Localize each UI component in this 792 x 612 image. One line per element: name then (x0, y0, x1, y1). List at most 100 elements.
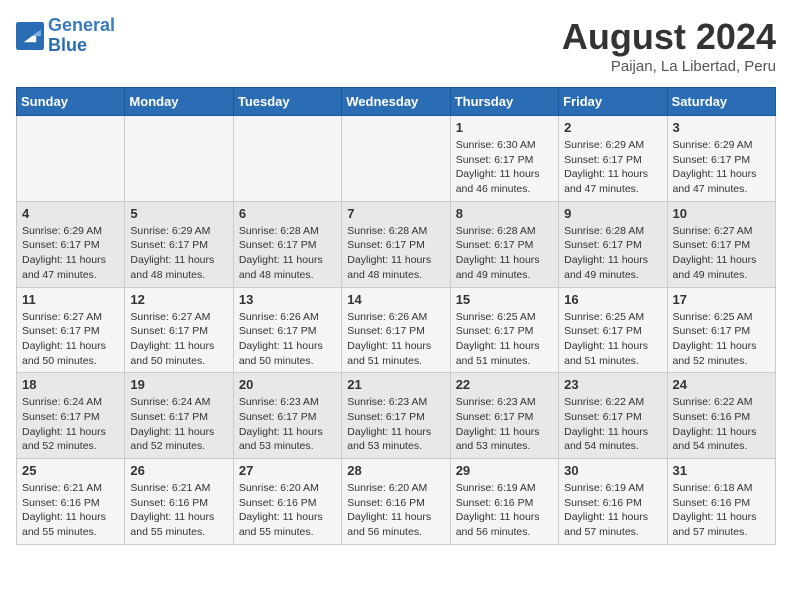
calendar-cell: 16 Sunrise: 6:25 AM Sunset: 6:17 PM Dayli… (559, 287, 667, 373)
calendar-cell: 18 Sunrise: 6:24 AM Sunset: 6:17 PM Dayli… (17, 373, 125, 459)
day-number: 7 (347, 206, 444, 221)
logo-line1: General (48, 15, 115, 35)
calendar-cell: 11Sunrise: 6:27 AM Sunset: 6:17 PM Dayli… (17, 287, 125, 373)
calendar-cell: 4Sunrise: 6:29 AM Sunset: 6:17 PM Daylig… (17, 201, 125, 287)
weekday-header-tuesday: Tuesday (233, 88, 341, 116)
calendar-cell: 10 Sunrise: 6:27 AM Sunset: 6:17 PM Dayli… (667, 201, 775, 287)
calendar-cell: 14 Sunrise: 6:26 AM Sunset: 6:17 PM Dayli… (342, 287, 450, 373)
day-number: 5 (130, 206, 227, 221)
calendar-week-row: 11Sunrise: 6:27 AM Sunset: 6:17 PM Dayli… (17, 287, 776, 373)
day-info: Sunrise: 6:29 AM Sunset: 6:17 PM Dayligh… (564, 138, 661, 197)
calendar-cell: 20Sunrise: 6:23 AM Sunset: 6:17 PM Dayli… (233, 373, 341, 459)
day-number: 1 (456, 120, 553, 135)
calendar-cell: 29Sunrise: 6:19 AM Sunset: 6:16 PM Dayli… (450, 459, 558, 545)
day-info: Sunrise: 6:21 AM Sunset: 6:16 PM Dayligh… (130, 481, 227, 540)
day-info: Sunrise: 6:28 AM Sunset: 6:17 PM Dayligh… (347, 224, 444, 283)
calendar-cell: 3Sunrise: 6:29 AM Sunset: 6:17 PM Daylig… (667, 116, 775, 202)
day-number: 13 (239, 292, 336, 307)
day-info: Sunrise: 6:20 AM Sunset: 6:16 PM Dayligh… (239, 481, 336, 540)
day-number: 17 (673, 292, 770, 307)
day-info: Sunrise: 6:22 AM Sunset: 6:17 PM Dayligh… (564, 395, 661, 454)
day-number: 22 (456, 377, 553, 392)
day-number: 29 (456, 463, 553, 478)
day-info: Sunrise: 6:28 AM Sunset: 6:17 PM Dayligh… (564, 224, 661, 283)
logo-icon (16, 22, 44, 50)
day-info: Sunrise: 6:29 AM Sunset: 6:17 PM Dayligh… (130, 224, 227, 283)
calendar-week-row: 1 Sunrise: 6:30 AM Sunset: 6:17 PM Daylig… (17, 116, 776, 202)
day-info: Sunrise: 6:26 AM Sunset: 6:17 PM Dayligh… (239, 310, 336, 369)
day-number: 4 (22, 206, 119, 221)
day-info: Sunrise: 6:23 AM Sunset: 6:17 PM Dayligh… (456, 395, 553, 454)
day-number: 11 (22, 292, 119, 307)
calendar-cell: 12Sunrise: 6:27 AM Sunset: 6:17 PM Dayli… (125, 287, 233, 373)
day-info: Sunrise: 6:25 AM Sunset: 6:17 PM Dayligh… (456, 310, 553, 369)
calendar-cell (125, 116, 233, 202)
weekday-header-wednesday: Wednesday (342, 88, 450, 116)
calendar-week-row: 25 Sunrise: 6:21 AM Sunset: 6:16 PM Dayli… (17, 459, 776, 545)
day-number: 19 (130, 377, 227, 392)
day-info: Sunrise: 6:24 AM Sunset: 6:17 PM Dayligh… (22, 395, 119, 454)
day-number: 8 (456, 206, 553, 221)
day-number: 23 (564, 377, 661, 392)
day-info: Sunrise: 6:21 AM Sunset: 6:16 PM Dayligh… (22, 481, 119, 540)
calendar-cell: 8 Sunrise: 6:28 AM Sunset: 6:17 PM Daylig… (450, 201, 558, 287)
calendar-cell: 2Sunrise: 6:29 AM Sunset: 6:17 PM Daylig… (559, 116, 667, 202)
weekday-header-sunday: Sunday (17, 88, 125, 116)
day-number: 18 (22, 377, 119, 392)
calendar-cell: 24Sunrise: 6:22 AM Sunset: 6:16 PM Dayli… (667, 373, 775, 459)
calendar-cell: 26Sunrise: 6:21 AM Sunset: 6:16 PM Dayli… (125, 459, 233, 545)
day-info: Sunrise: 6:18 AM Sunset: 6:16 PM Dayligh… (673, 481, 770, 540)
calendar-cell: 28 Sunrise: 6:20 AM Sunset: 6:16 PM Dayli… (342, 459, 450, 545)
day-info: Sunrise: 6:20 AM Sunset: 6:16 PM Dayligh… (347, 481, 444, 540)
day-number: 28 (347, 463, 444, 478)
weekday-header-monday: Monday (125, 88, 233, 116)
calendar-cell: 15Sunrise: 6:25 AM Sunset: 6:17 PM Dayli… (450, 287, 558, 373)
day-number: 12 (130, 292, 227, 307)
day-info: Sunrise: 6:19 AM Sunset: 6:16 PM Dayligh… (564, 481, 661, 540)
day-info: Sunrise: 6:28 AM Sunset: 6:17 PM Dayligh… (456, 224, 553, 283)
day-info: Sunrise: 6:23 AM Sunset: 6:17 PM Dayligh… (347, 395, 444, 454)
calendar-cell (233, 116, 341, 202)
calendar-cell (17, 116, 125, 202)
calendar-cell: 5 Sunrise: 6:29 AM Sunset: 6:17 PM Daylig… (125, 201, 233, 287)
day-info: Sunrise: 6:27 AM Sunset: 6:17 PM Dayligh… (673, 224, 770, 283)
day-info: Sunrise: 6:30 AM Sunset: 6:17 PM Dayligh… (456, 138, 553, 197)
day-number: 25 (22, 463, 119, 478)
location-subtitle: Paijan, La Libertad, Peru (562, 58, 776, 75)
day-info: Sunrise: 6:26 AM Sunset: 6:17 PM Dayligh… (347, 310, 444, 369)
day-info: Sunrise: 6:25 AM Sunset: 6:17 PM Dayligh… (564, 310, 661, 369)
calendar-cell: 23 Sunrise: 6:22 AM Sunset: 6:17 PM Dayli… (559, 373, 667, 459)
calendar-cell: 27 Sunrise: 6:20 AM Sunset: 6:16 PM Dayli… (233, 459, 341, 545)
calendar-cell: 25 Sunrise: 6:21 AM Sunset: 6:16 PM Dayli… (17, 459, 125, 545)
day-info: Sunrise: 6:25 AM Sunset: 6:17 PM Dayligh… (673, 310, 770, 369)
day-number: 14 (347, 292, 444, 307)
day-number: 10 (673, 206, 770, 221)
calendar-week-row: 18 Sunrise: 6:24 AM Sunset: 6:17 PM Dayli… (17, 373, 776, 459)
calendar-week-row: 4 Sunrise: 6:29 AM Sunset: 6:17 PM Daylig… (17, 201, 776, 287)
calendar-cell: 9 Sunrise: 6:28 AM Sunset: 6:17 PM Daylig… (559, 201, 667, 287)
calendar-cell: 19 Sunrise: 6:24 AM Sunset: 6:17 PM Dayli… (125, 373, 233, 459)
weekday-header-saturday: Saturday (667, 88, 775, 116)
day-info: Sunrise: 6:28 AM Sunset: 6:17 PM Dayligh… (239, 224, 336, 283)
calendar-cell: 17 Sunrise: 6:25 AM Sunset: 6:17 PM Dayli… (667, 287, 775, 373)
logo-text: General Blue (48, 16, 115, 56)
calendar-cell: 21 Sunrise: 6:23 AM Sunset: 6:17 PM Dayli… (342, 373, 450, 459)
day-info: Sunrise: 6:24 AM Sunset: 6:17 PM Dayligh… (130, 395, 227, 454)
day-number: 24 (673, 377, 770, 392)
page-header: General Blue August 2024 Paijan, La Libe… (16, 16, 776, 75)
day-number: 21 (347, 377, 444, 392)
day-number: 9 (564, 206, 661, 221)
day-number: 6 (239, 206, 336, 221)
day-number: 30 (564, 463, 661, 478)
calendar-cell (342, 116, 450, 202)
calendar-cell: 22 Sunrise: 6:23 AM Sunset: 6:17 PM Dayli… (450, 373, 558, 459)
calendar-cell: 31 Sunrise: 6:18 AM Sunset: 6:16 PM Dayli… (667, 459, 775, 545)
day-number: 16 (564, 292, 661, 307)
weekday-header-thursday: Thursday (450, 88, 558, 116)
calendar-cell: 1 Sunrise: 6:30 AM Sunset: 6:17 PM Daylig… (450, 116, 558, 202)
day-number: 31 (673, 463, 770, 478)
weekday-header-row: SundayMondayTuesdayWednesdayThursdayFrid… (17, 88, 776, 116)
month-year-title: August 2024 (562, 16, 776, 58)
logo: General Blue (16, 16, 115, 56)
day-number: 27 (239, 463, 336, 478)
